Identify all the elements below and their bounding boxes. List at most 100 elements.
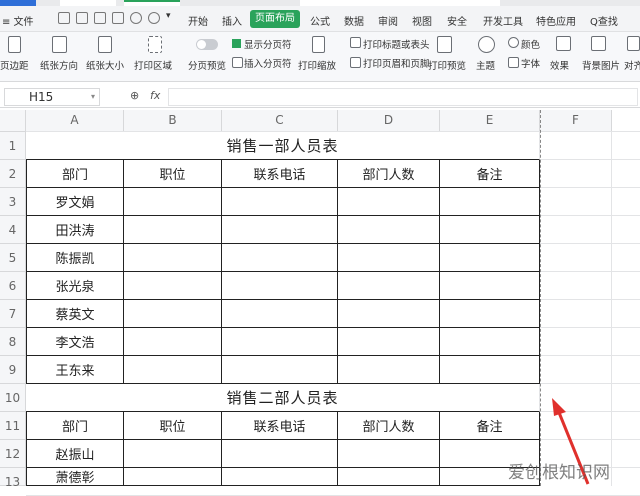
effects-button[interactable]: 效果 xyxy=(550,58,569,72)
empty-cell[interactable] xyxy=(338,216,440,244)
empty-cell[interactable] xyxy=(338,356,440,384)
zoom-formula-icon[interactable]: ⊕ xyxy=(130,89,139,102)
print-area-button[interactable]: 打印区域 xyxy=(134,58,172,72)
empty-cell[interactable] xyxy=(222,468,338,486)
empty-cell[interactable] xyxy=(338,468,440,486)
tab-data[interactable]: 数据 xyxy=(344,13,364,28)
row-header-13[interactable]: 13 xyxy=(0,468,26,489)
row-header-10[interactable]: 10 xyxy=(0,384,26,412)
empty-cell[interactable] xyxy=(124,216,222,244)
empty-cell[interactable] xyxy=(222,328,338,356)
empty-cell[interactable] xyxy=(338,328,440,356)
empty-cell[interactable] xyxy=(124,300,222,328)
insert-page-break-button[interactable]: 插入分页符 xyxy=(244,56,292,70)
empty-cell[interactable] xyxy=(440,188,540,216)
header-footer-button[interactable]: 打印页眉和页脚 xyxy=(363,56,430,70)
empty-cell[interactable] xyxy=(440,216,540,244)
print-icon[interactable] xyxy=(94,12,106,24)
row-header-5[interactable]: 5 xyxy=(0,244,26,272)
row-header-9[interactable]: 9 xyxy=(0,356,26,384)
fonts-button[interactable]: 字体 xyxy=(521,56,540,70)
row-header-7[interactable]: 7 xyxy=(0,300,26,328)
empty-cell[interactable] xyxy=(124,328,222,356)
save-icon[interactable] xyxy=(58,12,70,24)
undo-icon[interactable] xyxy=(130,12,142,24)
empty-cell[interactable] xyxy=(440,244,540,272)
name-cell[interactable]: 蔡英文 xyxy=(26,300,124,328)
row-header-4[interactable]: 4 xyxy=(0,216,26,244)
empty-cell[interactable] xyxy=(124,356,222,384)
table-title[interactable]: 销售一部人员表 xyxy=(26,132,540,160)
redo-icon[interactable] xyxy=(148,12,160,24)
name-cell[interactable]: 田洪涛 xyxy=(26,216,124,244)
align-button[interactable]: 对齐 xyxy=(624,58,640,72)
name-cell[interactable]: 赵振山 xyxy=(26,440,124,468)
empty-cell[interactable] xyxy=(124,244,222,272)
empty-cell[interactable] xyxy=(124,440,222,468)
row-header-11[interactable]: 11 xyxy=(0,412,26,440)
tab-review[interactable]: 审阅 xyxy=(378,13,398,28)
empty-cell[interactable] xyxy=(338,300,440,328)
colors-button[interactable]: 颜色 xyxy=(521,37,540,51)
show-page-break-checkbox[interactable] xyxy=(232,39,241,48)
print-preview-button[interactable]: 打印预览 xyxy=(428,58,466,72)
page-preview-toggle[interactable] xyxy=(196,39,218,50)
print-titles-button[interactable]: 打印标题或表头 xyxy=(363,37,430,51)
table-header-cell[interactable]: 联系电话 xyxy=(222,412,338,440)
file-menu[interactable]: ≡ 文件 xyxy=(2,13,34,28)
search-button[interactable]: Q查找 xyxy=(590,13,618,28)
empty-cell[interactable] xyxy=(338,272,440,300)
empty-cell[interactable] xyxy=(222,188,338,216)
tab-security[interactable]: 安全 xyxy=(447,13,467,28)
tab-home[interactable]: 开始 xyxy=(188,13,208,28)
table-header-cell[interactable]: 部门 xyxy=(26,412,124,440)
paper-size-button[interactable]: 纸张大小 xyxy=(86,58,124,72)
column-header-e[interactable]: E xyxy=(440,110,540,132)
row-header-6[interactable]: 6 xyxy=(0,272,26,300)
name-cell[interactable]: 张光泉 xyxy=(26,272,124,300)
empty-cell[interactable] xyxy=(440,272,540,300)
table-header-cell[interactable]: 备注 xyxy=(440,160,540,188)
print-scale-button[interactable]: 打印缩放 xyxy=(298,58,336,72)
table-header-cell[interactable]: 部门人数 xyxy=(338,412,440,440)
table-header-cell[interactable]: 备注 xyxy=(440,412,540,440)
empty-cell[interactable] xyxy=(222,440,338,468)
empty-cell[interactable] xyxy=(222,216,338,244)
tab-formulas[interactable]: 公式 xyxy=(310,13,330,28)
print-preview-icon[interactable] xyxy=(112,12,124,24)
page-preview-button[interactable]: 分页预览 xyxy=(188,58,226,72)
empty-cell[interactable] xyxy=(338,188,440,216)
empty-cell[interactable] xyxy=(222,300,338,328)
row-header-2[interactable]: 2 xyxy=(0,160,26,188)
column-header-f[interactable]: F xyxy=(540,110,612,132)
column-header-b[interactable]: B xyxy=(124,110,222,132)
name-cell[interactable]: 李文浩 xyxy=(26,328,124,356)
empty-cell[interactable] xyxy=(124,272,222,300)
row-header-1[interactable]: 1 xyxy=(0,132,26,160)
background-image-button[interactable]: 背景图片 xyxy=(582,58,620,72)
name-cell[interactable]: 王东来 xyxy=(26,356,124,384)
empty-cell[interactable] xyxy=(440,300,540,328)
row-header-3[interactable]: 3 xyxy=(0,188,26,216)
row-header-8[interactable]: 8 xyxy=(0,328,26,356)
tab-insert[interactable]: 插入 xyxy=(222,13,242,28)
empty-cell[interactable] xyxy=(338,440,440,468)
empty-cell[interactable] xyxy=(440,356,540,384)
name-cell[interactable]: 罗文娟 xyxy=(26,188,124,216)
tab-developer[interactable]: 开发工具 xyxy=(483,13,523,28)
name-box[interactable]: H15 ▾ xyxy=(4,88,100,106)
empty-cell[interactable] xyxy=(124,468,222,486)
select-all-corner[interactable] xyxy=(0,110,26,132)
column-header-c[interactable]: C xyxy=(222,110,338,132)
empty-cell[interactable] xyxy=(338,244,440,272)
name-cell[interactable]: 萧德彰 xyxy=(26,468,124,486)
column-header-d[interactable]: D xyxy=(338,110,440,132)
export-icon[interactable] xyxy=(76,12,88,24)
tab-view[interactable]: 视图 xyxy=(412,13,432,28)
chevron-down-icon[interactable]: ▾ xyxy=(166,11,171,21)
table-header-cell[interactable]: 职位 xyxy=(124,412,222,440)
orientation-button[interactable]: 纸张方向 xyxy=(40,58,78,72)
name-cell[interactable]: 陈振凯 xyxy=(26,244,124,272)
fx-icon[interactable]: fx xyxy=(150,89,160,102)
empty-cell[interactable] xyxy=(222,272,338,300)
